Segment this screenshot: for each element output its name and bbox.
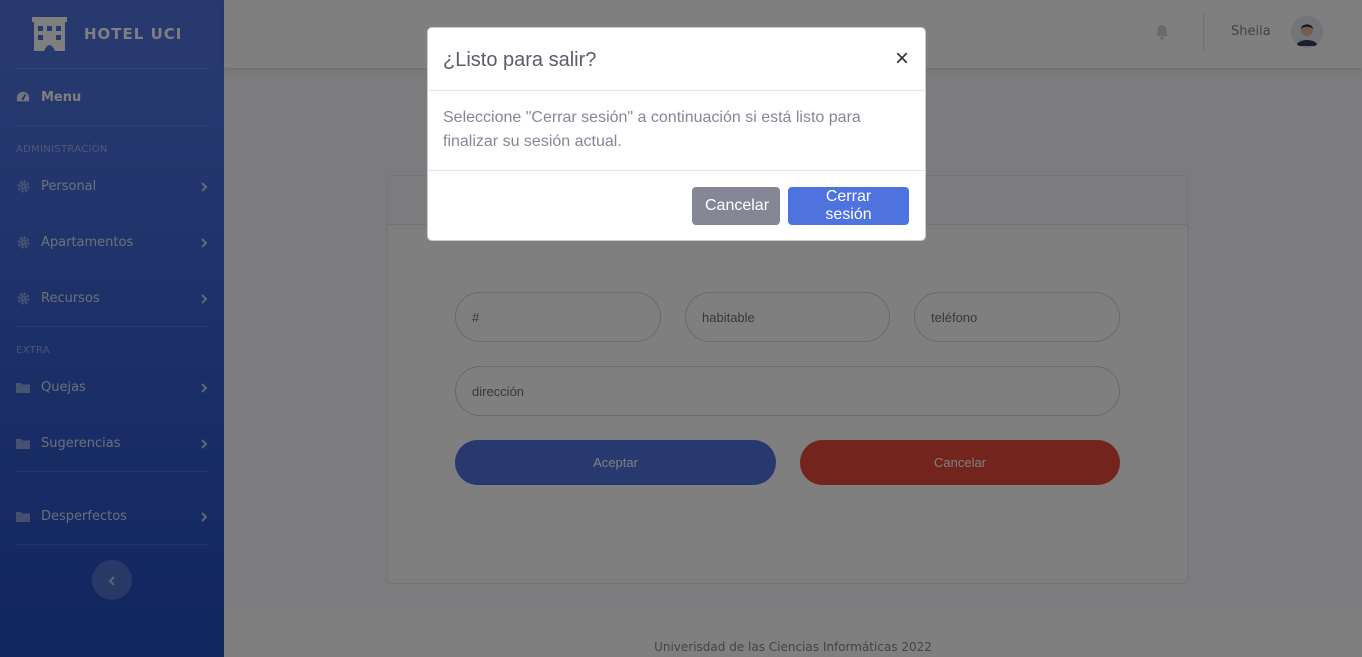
cancel-button[interactable]: Cancelar [692, 187, 780, 225]
modal-footer: Cancelar Cerrar sesión [428, 171, 925, 241]
modal-body: Seleccione "Cerrar sesión" a continuació… [428, 91, 925, 171]
modal-title: ¿Listo para salir? [443, 48, 597, 71]
logout-button[interactable]: Cerrar sesión [788, 187, 909, 225]
close-icon[interactable]: × [895, 47, 909, 71]
modal-header: ¿Listo para salir? × [428, 28, 925, 91]
logout-modal: ¿Listo para salir? × Seleccione "Cerrar … [427, 27, 926, 241]
